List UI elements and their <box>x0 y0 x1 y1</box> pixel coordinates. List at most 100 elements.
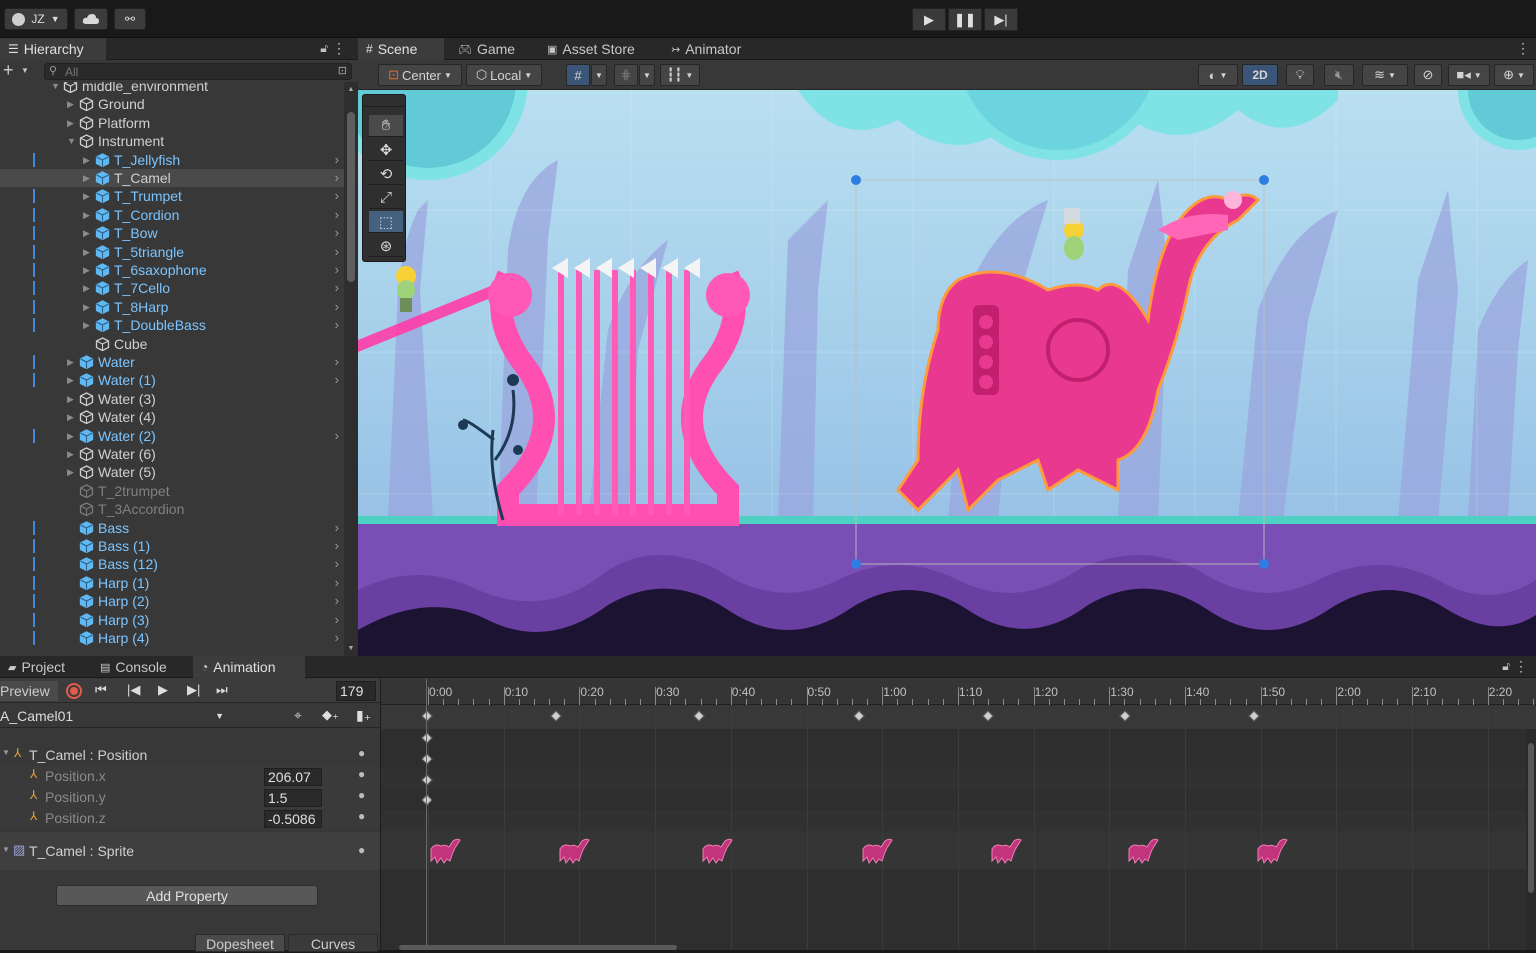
lighting-button[interactable]: 💡︎ <box>1286 64 1314 86</box>
hierarchy-item[interactable]: ▶ T_8Harp › <box>0 298 345 316</box>
sprite-keyframe-thumbnail[interactable] <box>699 837 733 865</box>
hierarchy-item[interactable]: Harp (4) › <box>0 629 345 647</box>
scale-tool-button[interactable]: ⤢ <box>369 187 403 209</box>
hierarchy-item[interactable]: ▶ T_5triangle › <box>0 243 345 261</box>
hierarchy-item[interactable]: ▶ T_Camel › <box>0 169 345 187</box>
scene-viewport[interactable]: ✋︎ ✥ ⟲ ⤢ ⬚ ⊛ <box>358 90 1536 656</box>
hierarchy-item[interactable]: ▼ Instrument <box>0 132 345 150</box>
timeline-hscroll-thumb[interactable] <box>399 945 677 950</box>
first-frame-button[interactable]: ⏮ <box>95 682 107 698</box>
hierarchy-item[interactable]: ▶ T_Trumpet › <box>0 187 345 205</box>
chevron-right-icon[interactable]: › <box>335 592 339 610</box>
move-tool-button[interactable]: ✥ <box>369 139 403 161</box>
hierarchy-item[interactable]: ▶ Water (1) › <box>0 371 345 389</box>
hierarchy-item[interactable]: ▶ Platform <box>0 114 345 132</box>
filter-icon[interactable]: ⊡ <box>338 64 347 77</box>
position-keyframe[interactable] <box>421 794 433 806</box>
lock-icon[interactable]: 🔓︎ <box>320 41 328 56</box>
hierarchy-item[interactable]: ▶ Water › <box>0 353 345 371</box>
tab-project[interactable]: ▰ Project <box>0 656 73 678</box>
draw-mode-button[interactable]: ◐ ▼ <box>1198 64 1238 86</box>
expand-arrow-icon[interactable]: ▼ <box>51 82 60 95</box>
lock-icon[interactable]: 🔓︎ <box>1502 659 1510 674</box>
last-frame-button[interactable]: ⏭ <box>216 682 228 698</box>
position-x-field[interactable]: 206.07 <box>264 768 322 786</box>
property-group-position[interactable]: ▼ ⅄ T_Camel : Position ● <box>0 745 380 766</box>
collapse-arrow-icon[interactable]: ▶ <box>67 371 74 389</box>
preview-button[interactable]: Preview <box>0 681 58 701</box>
sprite-keyframe-thumbnail[interactable] <box>1125 837 1159 865</box>
sprite-keyframe-thumbnail[interactable] <box>859 837 893 865</box>
hierarchy-item[interactable]: ▶ Water (2) › <box>0 427 345 445</box>
tab-hierarchy[interactable]: ☰ Hierarchy <box>0 38 106 60</box>
increment-snap-dropdown[interactable]: ▼ <box>639 64 655 86</box>
collab-button[interactable]: ⚯ <box>114 8 146 30</box>
account-button[interactable]: JZ ▼ <box>4 8 68 30</box>
chevron-right-icon[interactable]: › <box>335 151 339 169</box>
position-keyframe[interactable] <box>421 732 433 744</box>
search-input[interactable]: ⚲ All ⊡ <box>44 63 352 80</box>
chevron-right-icon[interactable]: › <box>335 611 339 629</box>
add-icon[interactable]: + <box>3 60 14 81</box>
property-options-icon[interactable]: ● <box>358 843 365 857</box>
collapse-arrow-icon[interactable]: ▶ <box>83 187 90 205</box>
chevron-right-icon[interactable]: › <box>335 371 339 389</box>
sprite-keyframe-thumbnail[interactable] <box>1254 837 1288 865</box>
property-group-sprite[interactable]: ▼ ▨ T_Camel : Sprite ● <box>0 832 380 870</box>
grid-snap-dropdown[interactable]: ▼ <box>591 64 607 86</box>
collapse-arrow-icon[interactable]: ▶ <box>83 316 90 334</box>
property-options-icon[interactable]: ● <box>358 788 365 802</box>
collapse-arrow-icon[interactable]: ▶ <box>67 114 74 132</box>
hierarchy-item[interactable]: T_3Accordion <box>0 500 345 518</box>
grid-snap-button[interactable]: # <box>566 64 590 86</box>
rect-tool-button[interactable]: ⬚ <box>369 211 403 233</box>
play-anim-button[interactable]: ▶ <box>158 682 168 698</box>
tab-asset-store[interactable]: ▣ Asset Store <box>539 38 643 60</box>
hierarchy-item[interactable]: Harp (3) › <box>0 611 345 629</box>
position-keyframe[interactable] <box>421 753 433 765</box>
chevron-right-icon[interactable]: › <box>335 555 339 573</box>
chevron-right-icon[interactable]: › <box>335 519 339 537</box>
collapse-arrow-icon[interactable]: ▶ <box>83 206 90 224</box>
more-icon[interactable]: ⋮ <box>1516 40 1530 57</box>
property-options-icon[interactable]: ● <box>358 809 365 823</box>
collapse-arrow-icon[interactable]: ▶ <box>83 279 90 297</box>
hierarchy-item[interactable]: T_2trumpet <box>0 482 345 500</box>
property-options-icon[interactable]: ● <box>358 767 365 781</box>
grid-visibility-button[interactable]: ┇┇ ▼ <box>660 64 700 86</box>
playhead[interactable] <box>426 679 427 950</box>
hierarchy-item[interactable]: ▶ Water (6) <box>0 445 345 463</box>
record-button[interactable] <box>66 683 82 699</box>
collapse-arrow-icon[interactable]: ▶ <box>67 463 74 481</box>
chevron-right-icon[interactable]: › <box>335 279 339 297</box>
hierarchy-item[interactable]: ▶ Water (5) <box>0 463 345 481</box>
hierarchy-item[interactable]: Harp (2) › <box>0 592 345 610</box>
keyframe-filter-button[interactable]: ⌖ <box>294 707 302 724</box>
collapse-arrow-icon[interactable]: ▶ <box>83 261 90 279</box>
more-icon[interactable]: ⋮ <box>1514 658 1528 675</box>
hierarchy-item[interactable]: Harp (1) › <box>0 574 345 592</box>
timeline-scroll-thumb[interactable] <box>1528 743 1534 893</box>
pivot-center-button[interactable]: ⊡ Center ▼ <box>378 64 462 86</box>
camera-button[interactable]: ■◂ ▼ <box>1448 64 1490 86</box>
collapse-arrow-icon[interactable]: ▶ <box>83 151 90 169</box>
chevron-right-icon[interactable]: › <box>335 537 339 555</box>
property-row-position-y[interactable]: ⅄ Position.y 1.5 ● <box>0 787 380 808</box>
collapse-arrow-icon[interactable]: ▶ <box>83 243 90 261</box>
more-icon[interactable]: ⋮ <box>332 40 346 57</box>
tab-console[interactable]: ▤ Console <box>92 656 175 678</box>
tab-scene[interactable]: # Scene <box>358 38 444 60</box>
gizmos-button[interactable]: ⊕ ▼ <box>1494 64 1534 86</box>
add-keyframe-button[interactable]: ◆₊ <box>322 707 339 723</box>
chevron-right-icon[interactable]: › <box>335 316 339 334</box>
chevron-right-icon[interactable]: › <box>335 298 339 316</box>
hierarchy-item[interactable]: ▶ T_Cordion › <box>0 206 345 224</box>
hierarchy-item[interactable]: Bass (1) › <box>0 537 345 555</box>
collapse-arrow-icon[interactable]: ▶ <box>67 390 74 408</box>
hierarchy-item[interactable]: ▶ T_DoubleBass › <box>0 316 345 334</box>
hierarchy-item[interactable]: ▶ Water (3) <box>0 390 345 408</box>
chevron-right-icon[interactable]: › <box>335 169 339 187</box>
dopesheet-timeline[interactable]: 0:00 0:10 0:20 0:30 0:40 0:50 1:00 1:10 1:20 1:30… <box>380 679 1536 950</box>
effects-button[interactable]: ≋ ▼ <box>1362 64 1408 86</box>
local-space-button[interactable]: ⬡ Local ▼ <box>466 64 542 86</box>
